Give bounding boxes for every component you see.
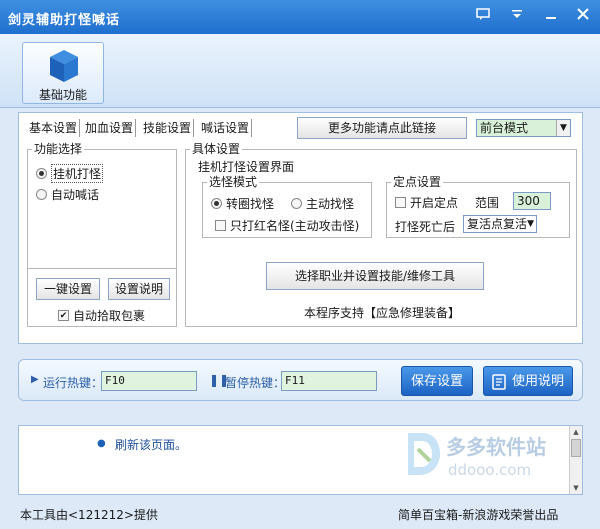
ribbon: 基础功能 <box>0 34 600 108</box>
select-job-button[interactable]: 选择职业并设置技能/维修工具 <box>266 262 484 290</box>
fixed-point-group: 定点设置 开启定点 范围 300 打怪死亡后 复活点复活 ▼ <box>386 175 570 238</box>
message-icon[interactable] <box>472 6 494 26</box>
tab-basic[interactable]: 基本设置 <box>27 119 81 137</box>
function-group-title: 功能选择 <box>32 142 85 156</box>
radio-circle-find[interactable]: 转圈找怪 <box>211 195 274 212</box>
radio-label: 转圈找怪 <box>226 197 275 211</box>
auto-pick-checkbox[interactable]: ✔ 自动拾取包裹 <box>58 307 145 324</box>
range-input[interactable]: 300 <box>513 192 551 210</box>
run-hotkey-label: 运行热键： <box>43 376 104 390</box>
pause-hotkey-input[interactable]: F11 <box>281 371 377 391</box>
radio-dot <box>211 198 222 209</box>
checkbox-box <box>215 220 226 231</box>
death-label: 打怪死亡后 <box>395 220 456 234</box>
title-bar: 剑灵辅助打怪喊话 <box>0 0 600 34</box>
tab-shout[interactable]: 喊话设置 <box>199 119 253 137</box>
watermark: 多多软件站 ddooo.com <box>402 425 562 487</box>
select-mode-title: 选怪模式 <box>207 175 260 189</box>
watermark-url: ddooo.com <box>448 461 532 479</box>
auto-pick-label: 自动拾取包裹 <box>73 309 146 323</box>
chevron-down-icon[interactable]: ▼ <box>556 120 570 136</box>
chevron-down-icon: ▼ <box>527 219 534 229</box>
detail-settings-group: 具体设置 挂机打怪设置界面 选怪模式 转圈找怪 主动找怪 只打红名怪(主动攻击怪… <box>185 142 577 327</box>
usage-help-button[interactable]: 使用说明 <box>483 366 573 396</box>
support-text: 本程序支持【应急修理装备】 <box>304 306 461 320</box>
setup-help-button[interactable]: 设置说明 <box>108 278 170 300</box>
bullet-icon: ● <box>97 438 106 449</box>
red-only-checkbox[interactable]: 只打红名怪(主动攻击怪) <box>215 217 359 234</box>
detail-group-title: 具体设置 <box>190 142 243 156</box>
hotkey-bar: ▶ 运行热键： F10 ❚❚ 暂停热键： F11 保存设置 使用说明 <box>18 359 583 401</box>
more-features-button[interactable]: 更多功能请点此链接 <box>297 117 467 139</box>
radio-label: 自动喊话 <box>51 188 100 202</box>
footer-credit: 简单百宝箱-新浪游戏荣誉出品 <box>398 508 559 522</box>
scroll-down-icon[interactable]: ▼ <box>570 482 582 494</box>
pause-hotkey-label: 暂停热键： <box>225 376 286 390</box>
function-select-group: 功能选择 挂机打怪 自动喊话 一键设置 设置说明 ✔ 自动拾取包裹 <box>27 142 177 327</box>
minimize-icon[interactable] <box>540 6 562 26</box>
usage-help-label: 使用说明 <box>511 374 564 389</box>
basic-function-button[interactable]: 基础功能 <box>22 42 104 104</box>
fixed-point-title: 定点设置 <box>391 175 444 189</box>
range-label: 范围 <box>475 196 500 210</box>
footer: 本工具由<121212>提供 简单百宝箱-新浪游戏荣誉出品 <box>0 500 600 529</box>
check-mark-icon: ✔ <box>58 310 69 321</box>
log-scrollbar[interactable]: ▲ ▼ <box>569 426 582 494</box>
mode-select-value: 前台模式 <box>480 121 529 135</box>
book-icon <box>492 374 506 390</box>
radio-hang-fight[interactable]: 挂机打怪 <box>36 164 104 183</box>
scroll-up-icon[interactable]: ▲ <box>570 426 582 438</box>
enable-fixed-point-label: 开启定点 <box>410 196 459 210</box>
mode-select[interactable]: 前台模式 ▼ <box>476 119 571 137</box>
red-only-label: 只打红名怪(主动攻击怪) <box>230 219 360 233</box>
scroll-thumb[interactable] <box>571 439 581 457</box>
menu-dropdown-icon[interactable] <box>506 6 528 26</box>
ddooo-logo-icon <box>408 433 440 475</box>
radio-label: 主动找怪 <box>306 197 355 211</box>
watermark-brand: 多多软件站 <box>446 435 546 459</box>
enable-fixed-point-checkbox[interactable]: 开启定点 <box>395 194 458 211</box>
select-mode-group: 选怪模式 转圈找怪 主动找怪 只打红名怪(主动攻击怪) <box>202 175 372 238</box>
cube-icon <box>50 50 78 82</box>
close-icon[interactable] <box>572 6 594 26</box>
run-hotkey-input[interactable]: F10 <box>101 371 197 391</box>
radio-dot <box>291 198 302 209</box>
play-icon: ▶ <box>31 374 39 385</box>
divider <box>28 268 176 269</box>
detail-subtitle: 挂机打怪设置界面 <box>198 160 295 174</box>
radio-active-find[interactable]: 主动找怪 <box>291 195 354 212</box>
radio-label: 挂机打怪 <box>51 164 104 183</box>
radio-dot <box>36 189 47 200</box>
basic-function-label: 基础功能 <box>38 88 87 102</box>
radio-auto-shout[interactable]: 自动喊话 <box>36 186 99 203</box>
save-settings-button[interactable]: 保存设置 <box>401 366 473 396</box>
settings-panel: 基本设置 加血设置 技能设置 喊话设置 更多功能请点此链接 前台模式 ▼ 功能选… <box>18 112 583 344</box>
footer-provider: 本工具由<121212>提供 <box>20 508 158 522</box>
log-line: 刷新该页面。 <box>115 438 188 452</box>
radio-dot <box>36 168 47 179</box>
window-title: 剑灵辅助打怪喊话 <box>8 13 121 28</box>
tab-skill[interactable]: 技能设置 <box>141 119 195 137</box>
one-key-setup-button[interactable]: 一键设置 <box>36 278 100 300</box>
checkbox-box <box>395 197 406 208</box>
death-action-value: 复活点复活 <box>467 217 528 231</box>
tab-heal[interactable]: 加血设置 <box>83 119 137 137</box>
death-action-select[interactable]: 复活点复活 ▼ <box>463 215 537 233</box>
